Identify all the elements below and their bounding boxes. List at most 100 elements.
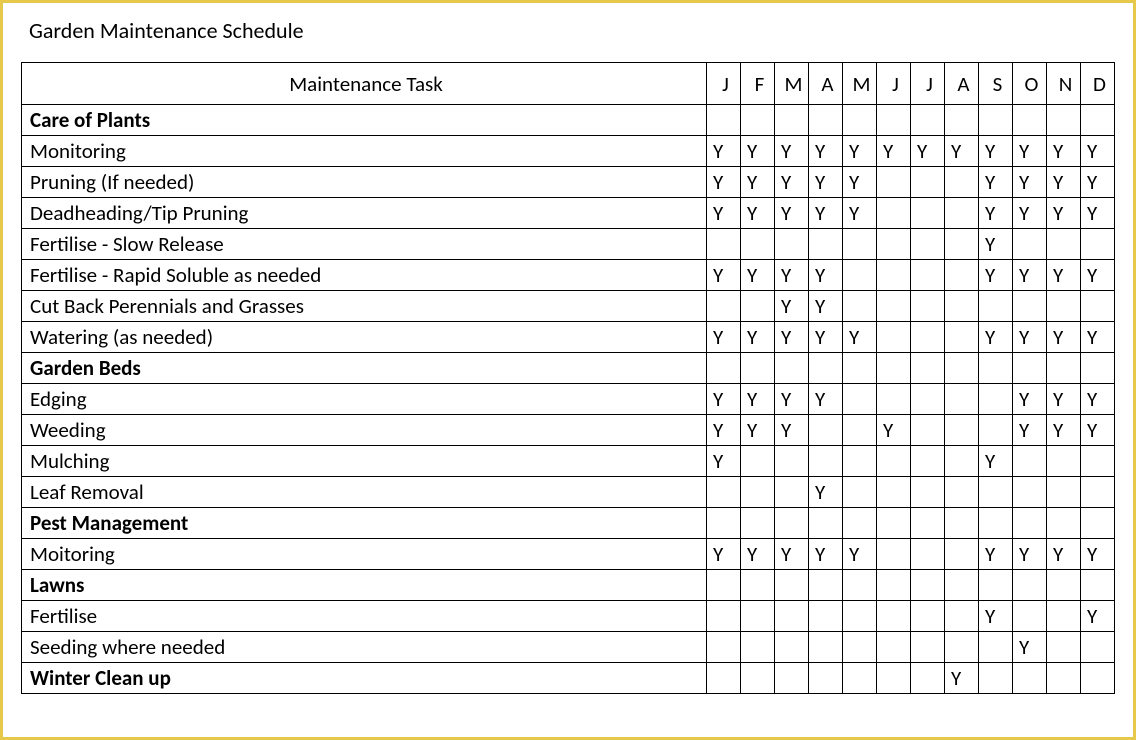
cell	[1047, 601, 1081, 632]
cell: Y	[741, 260, 775, 291]
cell	[945, 632, 979, 663]
cell	[809, 229, 843, 260]
cell	[1013, 570, 1047, 601]
header-month-2: M	[775, 63, 809, 105]
cell	[877, 291, 911, 322]
header-month-5: J	[877, 63, 911, 105]
cell	[1013, 601, 1047, 632]
cell	[911, 663, 945, 694]
cell: Y	[775, 167, 809, 198]
task-label: Edging	[22, 384, 707, 415]
cell	[1047, 446, 1081, 477]
cell	[809, 601, 843, 632]
cell: Y	[911, 136, 945, 167]
task-label: Monitoring	[22, 136, 707, 167]
cell: Y	[775, 136, 809, 167]
task-label: Fertilise - Slow Release	[22, 229, 707, 260]
cell	[809, 632, 843, 663]
cell	[911, 415, 945, 446]
cell: Y	[843, 539, 877, 570]
table-row: Garden Beds	[22, 353, 1115, 384]
cell	[775, 663, 809, 694]
cell	[1013, 446, 1047, 477]
cell	[843, 632, 877, 663]
table-row: Care of Plants	[22, 105, 1115, 136]
cell	[1047, 229, 1081, 260]
cell: Y	[809, 198, 843, 229]
table-row: Lawns	[22, 570, 1115, 601]
cell: Y	[979, 198, 1013, 229]
cell: Y	[707, 167, 741, 198]
cell	[741, 663, 775, 694]
cell	[945, 508, 979, 539]
cell: Y	[1047, 322, 1081, 353]
cell	[707, 663, 741, 694]
cell	[911, 322, 945, 353]
task-label: Deadheading/Tip Pruning	[22, 198, 707, 229]
cell	[877, 198, 911, 229]
header-month-9: O	[1013, 63, 1047, 105]
cell	[911, 167, 945, 198]
cell	[707, 291, 741, 322]
cell	[945, 477, 979, 508]
cell	[911, 601, 945, 632]
cell	[1047, 508, 1081, 539]
cell: Y	[775, 291, 809, 322]
cell	[877, 601, 911, 632]
header-month-4: M	[843, 63, 877, 105]
cell: Y	[1013, 539, 1047, 570]
cell	[945, 384, 979, 415]
cell	[707, 105, 741, 136]
cell	[707, 229, 741, 260]
task-label: Fertilise	[22, 601, 707, 632]
cell	[877, 353, 911, 384]
cell: Y	[809, 539, 843, 570]
cell: Y	[843, 167, 877, 198]
cell	[1013, 508, 1047, 539]
cell: Y	[1081, 539, 1115, 570]
cell: Y	[1013, 167, 1047, 198]
cell: Y	[809, 167, 843, 198]
header-month-6: J	[911, 63, 945, 105]
cell	[843, 415, 877, 446]
cell: Y	[1047, 539, 1081, 570]
cell: Y	[979, 260, 1013, 291]
cell	[843, 508, 877, 539]
cell	[843, 663, 877, 694]
header-month-10: N	[1047, 63, 1081, 105]
cell	[1013, 291, 1047, 322]
cell: Y	[1081, 167, 1115, 198]
cell: Y	[707, 198, 741, 229]
cell	[979, 353, 1013, 384]
task-label: Mulching	[22, 446, 707, 477]
header-task: Maintenance Task	[22, 63, 707, 105]
cell	[945, 570, 979, 601]
cell	[843, 446, 877, 477]
cell	[1081, 477, 1115, 508]
cell	[877, 260, 911, 291]
cell	[911, 570, 945, 601]
cell	[1047, 105, 1081, 136]
cell: Y	[741, 539, 775, 570]
cell	[1047, 291, 1081, 322]
cell	[979, 477, 1013, 508]
cell	[809, 446, 843, 477]
task-label: Cut Back Perennials and Grasses	[22, 291, 707, 322]
cell: Y	[979, 539, 1013, 570]
cell: Y	[707, 322, 741, 353]
cell: Y	[809, 384, 843, 415]
cell	[911, 260, 945, 291]
schedule-table: Maintenance Task J F M A M J J A S O N D…	[21, 62, 1115, 694]
cell	[877, 105, 911, 136]
cell: Y	[1013, 415, 1047, 446]
cell: Y	[809, 260, 843, 291]
cell	[843, 477, 877, 508]
cell	[775, 632, 809, 663]
cell: Y	[1047, 384, 1081, 415]
cell	[979, 508, 1013, 539]
cell	[1081, 570, 1115, 601]
cell	[911, 632, 945, 663]
table-row: Seeding where neededY	[22, 632, 1115, 663]
cell: Y	[741, 415, 775, 446]
cell	[877, 570, 911, 601]
